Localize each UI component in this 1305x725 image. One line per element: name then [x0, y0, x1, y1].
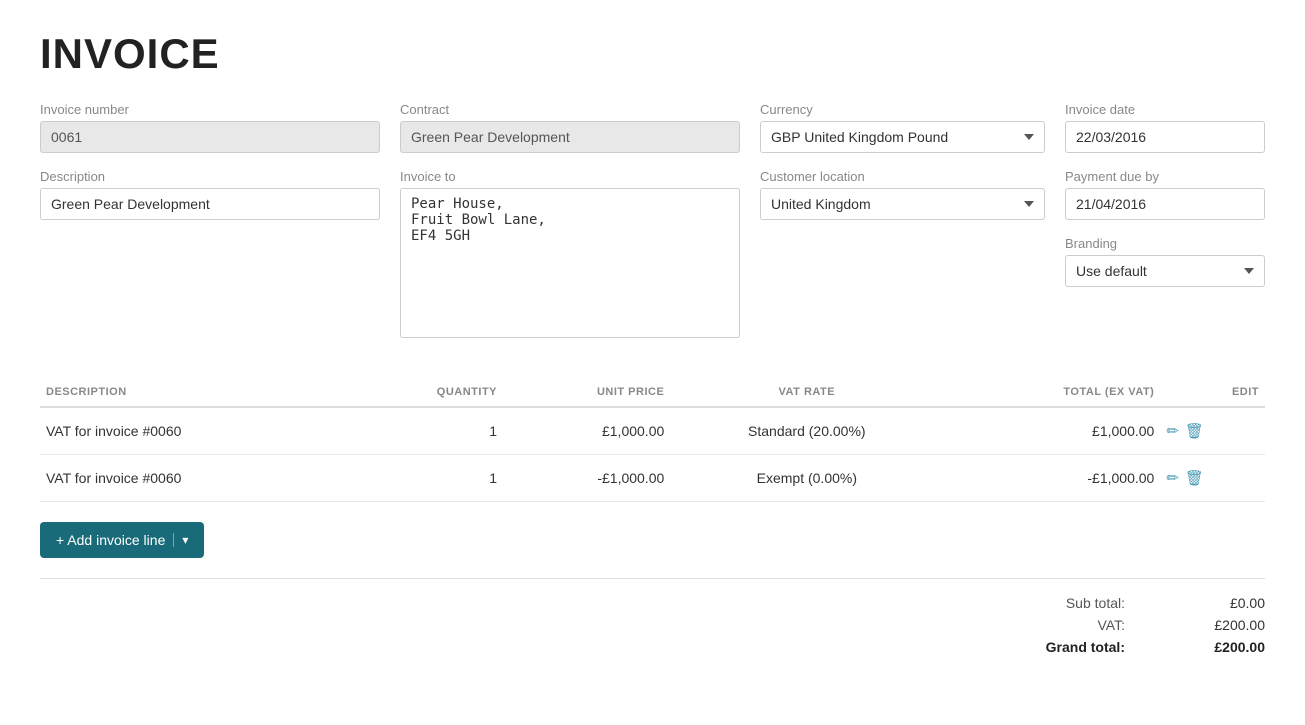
contract-input	[400, 121, 740, 153]
edit-icon[interactable]: ✏	[1166, 422, 1179, 440]
right-column: Payment due by Branding Use defaultCusto…	[1065, 169, 1265, 338]
invoice-number-label: Invoice number	[40, 102, 380, 117]
page-title: INVOICE	[40, 30, 1265, 78]
description-input[interactable]	[40, 188, 380, 220]
col-header-vat-rate: VAT RATE	[670, 378, 943, 407]
row-total-ex-vat: -£1,000.00	[943, 455, 1160, 502]
sub-total-row: Sub total: £0.00	[1025, 595, 1265, 611]
contract-label: Contract	[400, 102, 740, 117]
add-invoice-line-button[interactable]: + Add invoice line ▾	[40, 522, 204, 558]
description-label: Description	[40, 169, 380, 184]
customer-location-select[interactable]: United KingdomUnited StatesGermanyFrance	[760, 188, 1045, 220]
col-header-quantity: QUANTITY	[351, 378, 503, 407]
row-vat-rate: Exempt (0.00%)	[670, 455, 943, 502]
invoice-table: DESCRIPTION QUANTITY UNIT PRICE VAT RATE…	[40, 378, 1265, 502]
row-unit-price: £1,000.00	[503, 407, 670, 455]
invoice-to-group: Invoice to Pear House, Fruit Bowl Lane, …	[400, 169, 740, 338]
grand-total-row: Grand total: £200.00	[1025, 639, 1265, 655]
sub-total-label: Sub total:	[1025, 595, 1125, 611]
payment-due-group: Payment due by	[1065, 169, 1265, 220]
row-total-ex-vat: £1,000.00	[943, 407, 1160, 455]
invoice-number-group: Invoice number	[40, 102, 380, 153]
col-header-description: DESCRIPTION	[40, 378, 351, 407]
sub-total-value: £0.00	[1185, 595, 1265, 611]
customer-location-group: Customer location United KingdomUnited S…	[760, 169, 1045, 338]
row-unit-price: -£1,000.00	[503, 455, 670, 502]
table-row: VAT for invoice #0060 1 £1,000.00 Standa…	[40, 407, 1265, 455]
totals-section: Sub total: £0.00 VAT: £200.00 Grand tota…	[40, 578, 1265, 655]
row-quantity: 1	[351, 407, 503, 455]
vat-label: VAT:	[1025, 617, 1125, 633]
invoice-date-label: Invoice date	[1065, 102, 1265, 117]
row-edit-actions: ✏ 🗑	[1160, 455, 1265, 502]
row-description: VAT for invoice #0060	[40, 455, 351, 502]
edit-icon[interactable]: ✏	[1166, 469, 1179, 487]
payment-due-label: Payment due by	[1065, 169, 1265, 184]
table-header-row: DESCRIPTION QUANTITY UNIT PRICE VAT RATE…	[40, 378, 1265, 407]
add-line-dropdown-arrow: ▾	[173, 533, 188, 547]
vat-row: VAT: £200.00	[1025, 617, 1265, 633]
delete-icon[interactable]: 🗑	[1185, 422, 1204, 440]
invoice-form: Invoice number Contract Currency GBP Uni…	[40, 102, 1265, 338]
branding-select[interactable]: Use defaultCustom	[1065, 255, 1265, 287]
invoice-to-label: Invoice to	[400, 169, 740, 184]
table-row: VAT for invoice #0060 1 -£1,000.00 Exemp…	[40, 455, 1265, 502]
delete-icon[interactable]: 🗑	[1185, 469, 1204, 487]
vat-value: £200.00	[1185, 617, 1265, 633]
invoice-to-textarea[interactable]: Pear House, Fruit Bowl Lane, EF4 5GH	[400, 188, 740, 338]
grand-total-label: Grand total:	[1025, 639, 1125, 655]
row-vat-rate: Standard (20.00%)	[670, 407, 943, 455]
currency-label: Currency	[760, 102, 1045, 117]
invoice-date-group: Invoice date	[1065, 102, 1265, 153]
row-description: VAT for invoice #0060	[40, 407, 351, 455]
currency-group: Currency GBP United Kingdom PoundUSD Uni…	[760, 102, 1045, 153]
col-header-unit-price: UNIT PRICE	[503, 378, 670, 407]
branding-group: Branding Use defaultCustom	[1065, 236, 1265, 287]
invoice-date-input[interactable]	[1065, 121, 1265, 153]
currency-select[interactable]: GBP United Kingdom PoundUSD United State…	[760, 121, 1045, 153]
col-header-edit: EDIT	[1160, 378, 1265, 407]
description-group: Description	[40, 169, 380, 338]
row-edit-actions: ✏ 🗑	[1160, 407, 1265, 455]
grand-total-value: £200.00	[1185, 639, 1265, 655]
payment-due-input[interactable]	[1065, 188, 1265, 220]
customer-location-label: Customer location	[760, 169, 1045, 184]
row-quantity: 1	[351, 455, 503, 502]
branding-label: Branding	[1065, 236, 1265, 251]
invoice-number-input	[40, 121, 380, 153]
contract-group: Contract	[400, 102, 740, 153]
col-header-total-ex-vat: TOTAL (EX VAT)	[943, 378, 1160, 407]
add-line-label: + Add invoice line	[56, 532, 165, 548]
